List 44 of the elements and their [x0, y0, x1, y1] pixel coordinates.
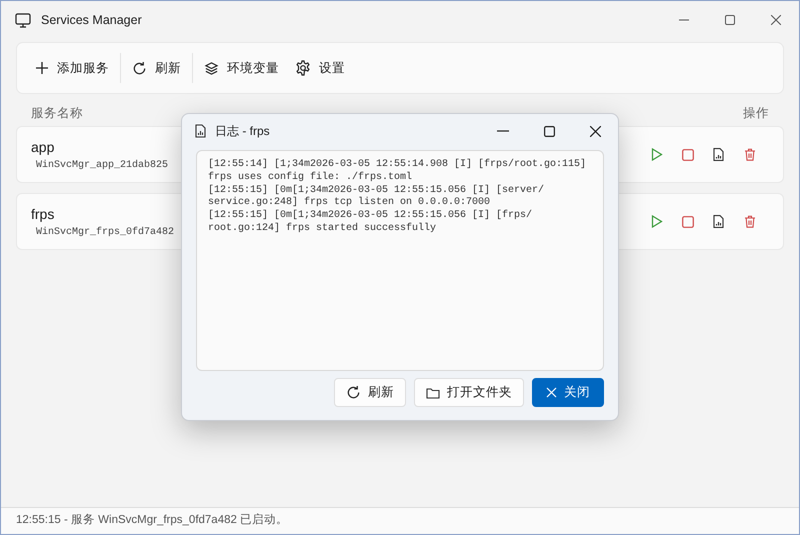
service-id: WinSvcMgr_app_21dab825	[36, 158, 168, 172]
add-button[interactable]: 添加服务	[27, 54, 117, 82]
refresh-icon	[132, 60, 147, 76]
column-header: 操作	[743, 105, 769, 122]
document-chart-icon	[195, 124, 206, 138]
close-icon	[590, 126, 600, 136]
window-title: Services Manager	[41, 12, 143, 29]
settings-button[interactable]: 设置	[287, 54, 353, 82]
settings-icon	[295, 60, 311, 76]
close-icon	[546, 387, 557, 398]
status-bar: 12:55:15 - 服务 WinSvcMgr_frps_0fd7a482 已启动。	[1, 507, 799, 534]
maximize-icon	[725, 15, 735, 25]
log-line: root.go:124] frps started successfully	[208, 222, 438, 236]
play-icon	[650, 215, 662, 228]
dialog-title: 日志 - frps	[215, 123, 271, 140]
log-line: [12:55:14] [1;34m2026-03-05 12:55:14.908 [I] [frps/root.go:115]	[208, 159, 588, 172]
trash-icon	[744, 148, 756, 161]
folder-button[interactable]: 打开文件夹	[414, 378, 524, 407]
monitor-icon	[15, 12, 31, 28]
close-icon	[771, 15, 781, 25]
log-line: [12:55:15] [0m[1;34m2026-03-05 12:55:15.056 [I] [server/	[208, 184, 546, 196]
log-text-area[interactable]	[196, 150, 604, 371]
document-chart-icon	[713, 148, 724, 161]
stop-icon	[682, 148, 694, 160]
refresh-icon	[346, 385, 361, 400]
log-line: frps uses config file: ./frps.toml	[208, 172, 414, 184]
close-button[interactable]: 关闭	[532, 378, 604, 407]
layers-icon	[204, 60, 219, 76]
log-line: [12:55:15] [0m[1;34m2026-03-05 12:55:15.056 [I] [frps/	[208, 210, 534, 222]
env-button[interactable]: 环境变量	[196, 54, 287, 82]
refresh-button[interactable]: 刷新	[334, 378, 406, 407]
log-line: service.go:248] frps tcp listen on 0.0.0.0:7000	[208, 197, 492, 210]
column-header: 服务名称	[31, 105, 83, 122]
service-id: WinSvcMgr_frps_0fd7a482	[36, 226, 174, 240]
play-icon	[650, 148, 662, 161]
service-name: frps	[31, 204, 54, 224]
folder-icon	[426, 386, 440, 398]
stop-icon	[682, 216, 694, 228]
maximize-icon	[544, 126, 554, 136]
document-chart-icon	[713, 215, 724, 228]
plus-icon	[35, 61, 49, 75]
refresh-button[interactable]: 刷新	[124, 54, 189, 82]
service-name: app	[31, 138, 54, 157]
trash-icon	[744, 215, 756, 228]
